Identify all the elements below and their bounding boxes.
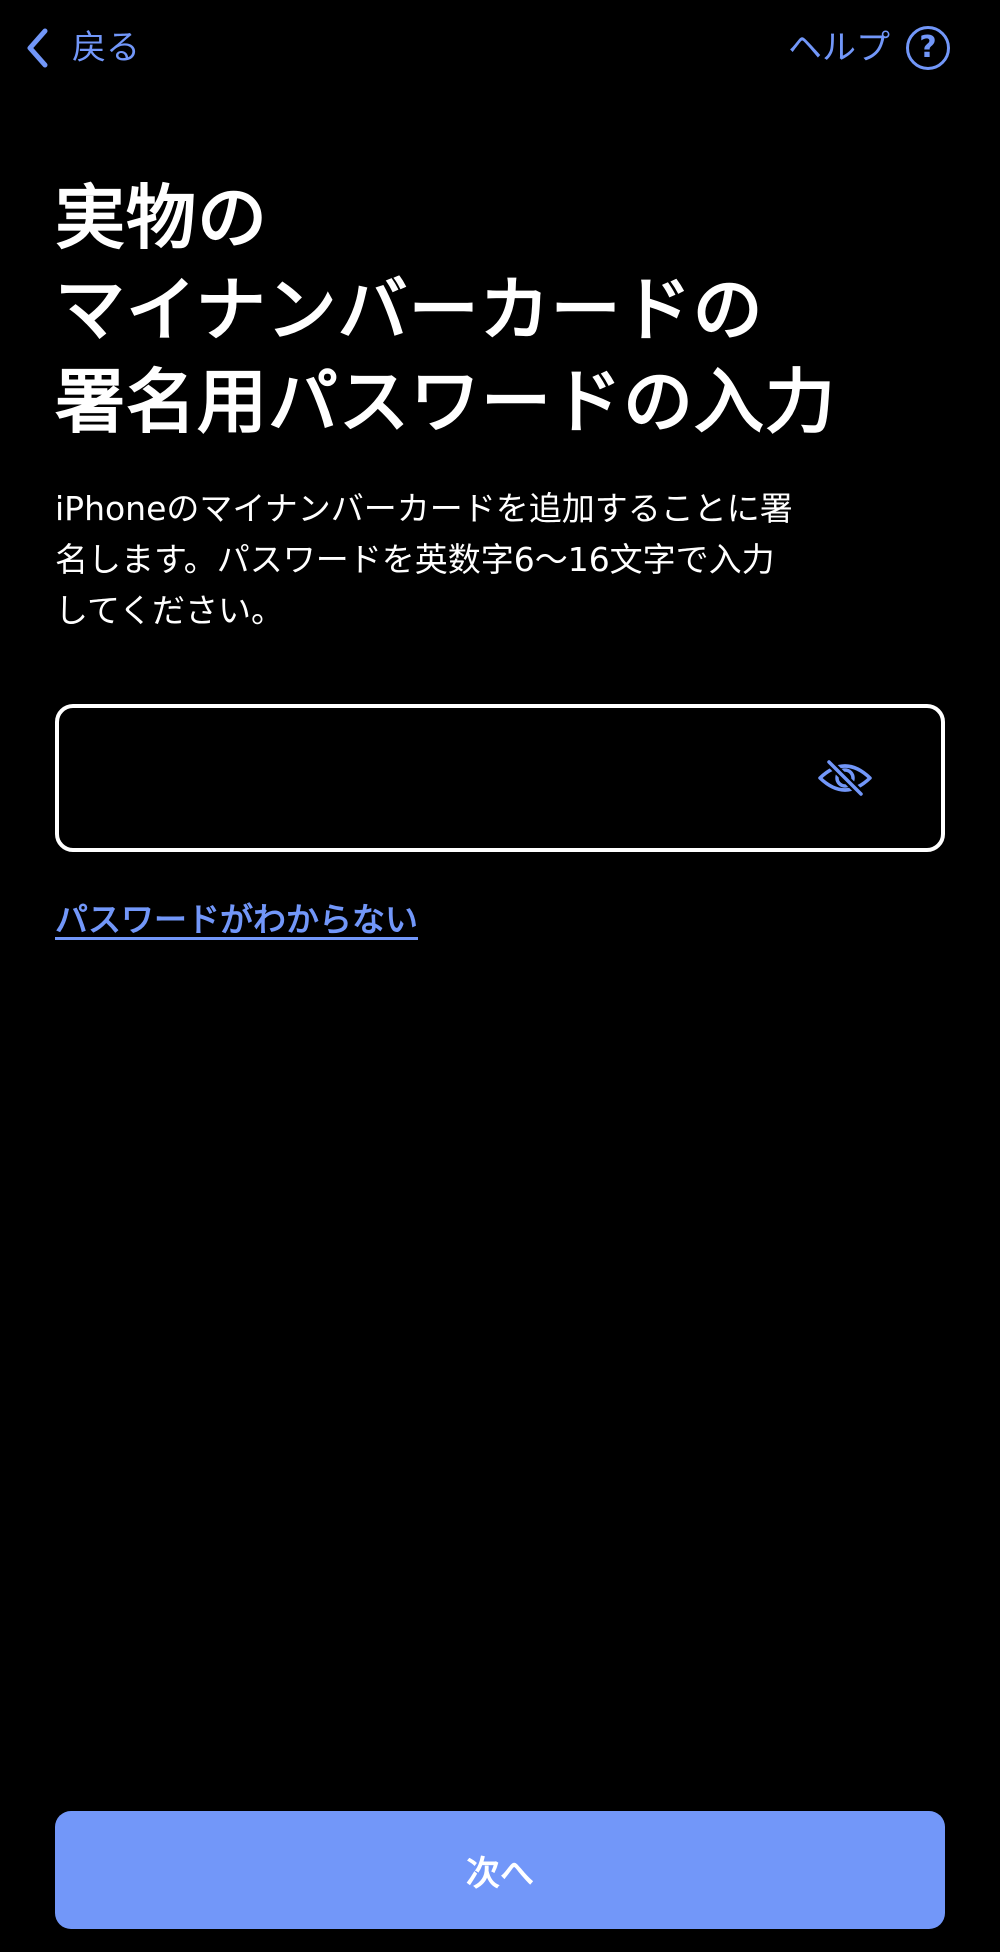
title-line-1: 実物の bbox=[55, 177, 268, 259]
title-line-3: 署名用パスワードの入力 bbox=[55, 361, 836, 443]
help-button[interactable]: ヘルプ ? bbox=[788, 22, 950, 74]
password-input[interactable] bbox=[59, 708, 815, 848]
back-label: 戻る bbox=[72, 28, 140, 68]
description-text: iPhoneのマイナンバーカードを追加することに署 名します。パスワードを英数字… bbox=[55, 483, 945, 636]
forgot-password-link[interactable]: パスワードがわからない bbox=[55, 893, 418, 941]
password-field bbox=[55, 704, 945, 852]
description-line-3: してください。 bbox=[55, 591, 285, 630]
page-title: 実物の マイナンバーカードの 署名用パスワードの入力 bbox=[55, 172, 955, 448]
question-circle-icon: ? bbox=[906, 26, 950, 70]
chevron-left-icon bbox=[26, 28, 48, 68]
help-label: ヘルプ bbox=[788, 28, 890, 68]
next-button[interactable]: 次へ bbox=[55, 1811, 945, 1929]
eye-slash-icon[interactable] bbox=[815, 748, 875, 808]
description-line-1: iPhoneのマイナンバーカードを追加することに署 bbox=[55, 489, 793, 528]
title-line-2: マイナンバーカードの bbox=[55, 269, 764, 351]
description-line-2: 名します。パスワードを英数字6〜16文字で入力 bbox=[55, 540, 775, 579]
back-button[interactable]: 戻る bbox=[26, 22, 140, 74]
